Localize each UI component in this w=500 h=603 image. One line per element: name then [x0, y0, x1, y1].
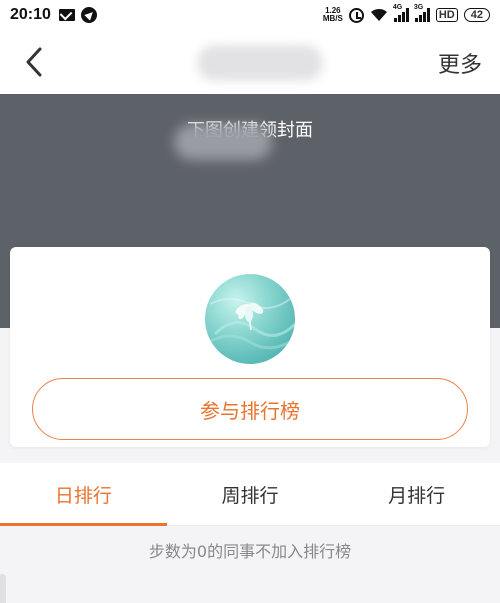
status-left-icons: [58, 7, 97, 23]
flower-avatar-image: [205, 298, 295, 350]
page-title-redacted: [197, 45, 323, 81]
cover-text-redacted: [174, 124, 272, 160]
tab-monthly[interactable]: 月排行: [333, 463, 500, 525]
status-right-icons: 1.26 MB/S 4G 3G HD 42: [323, 4, 490, 23]
profile-card: 参与排行榜: [10, 247, 490, 447]
side-drawer-handle[interactable]: [0, 574, 6, 603]
alarm-icon: [348, 7, 364, 23]
status-bar: 20:10 1.26 MB/S 4G 3G HD 42: [0, 0, 500, 30]
mail-notification-icon: [58, 9, 75, 21]
zero-steps-notice: 步数为0的同事不加入排行榜: [148, 542, 352, 561]
network-speed: 1.26 MB/S: [323, 7, 343, 23]
sim1-network-tag: 4G: [392, 4, 403, 11]
sim2-network-tag: 3G: [413, 4, 424, 11]
signal-sim2-icon: 3G: [414, 4, 430, 22]
wifi-icon: [370, 8, 387, 21]
avatar[interactable]: [205, 274, 295, 364]
back-button[interactable]: [16, 44, 52, 80]
join-leaderboard-button[interactable]: 参与排行榜: [32, 378, 468, 440]
chevron-left-icon: [26, 47, 42, 77]
network-speed-unit: MB/S: [322, 14, 343, 23]
ranking-tabs: 日排行 周排行 月排行: [0, 463, 500, 526]
hd-voice-icon: HD: [435, 8, 458, 22]
signal-sim1-icon: 4G: [393, 4, 409, 22]
battery-icon: 42: [463, 8, 490, 22]
more-button[interactable]: 更多: [438, 47, 482, 79]
tab-daily[interactable]: 日排行: [0, 463, 167, 526]
navigation-notification-icon: [80, 7, 97, 23]
status-time: 20:10: [10, 6, 51, 23]
nav-bar: 更多: [0, 30, 500, 94]
tab-weekly[interactable]: 周排行: [167, 463, 334, 525]
